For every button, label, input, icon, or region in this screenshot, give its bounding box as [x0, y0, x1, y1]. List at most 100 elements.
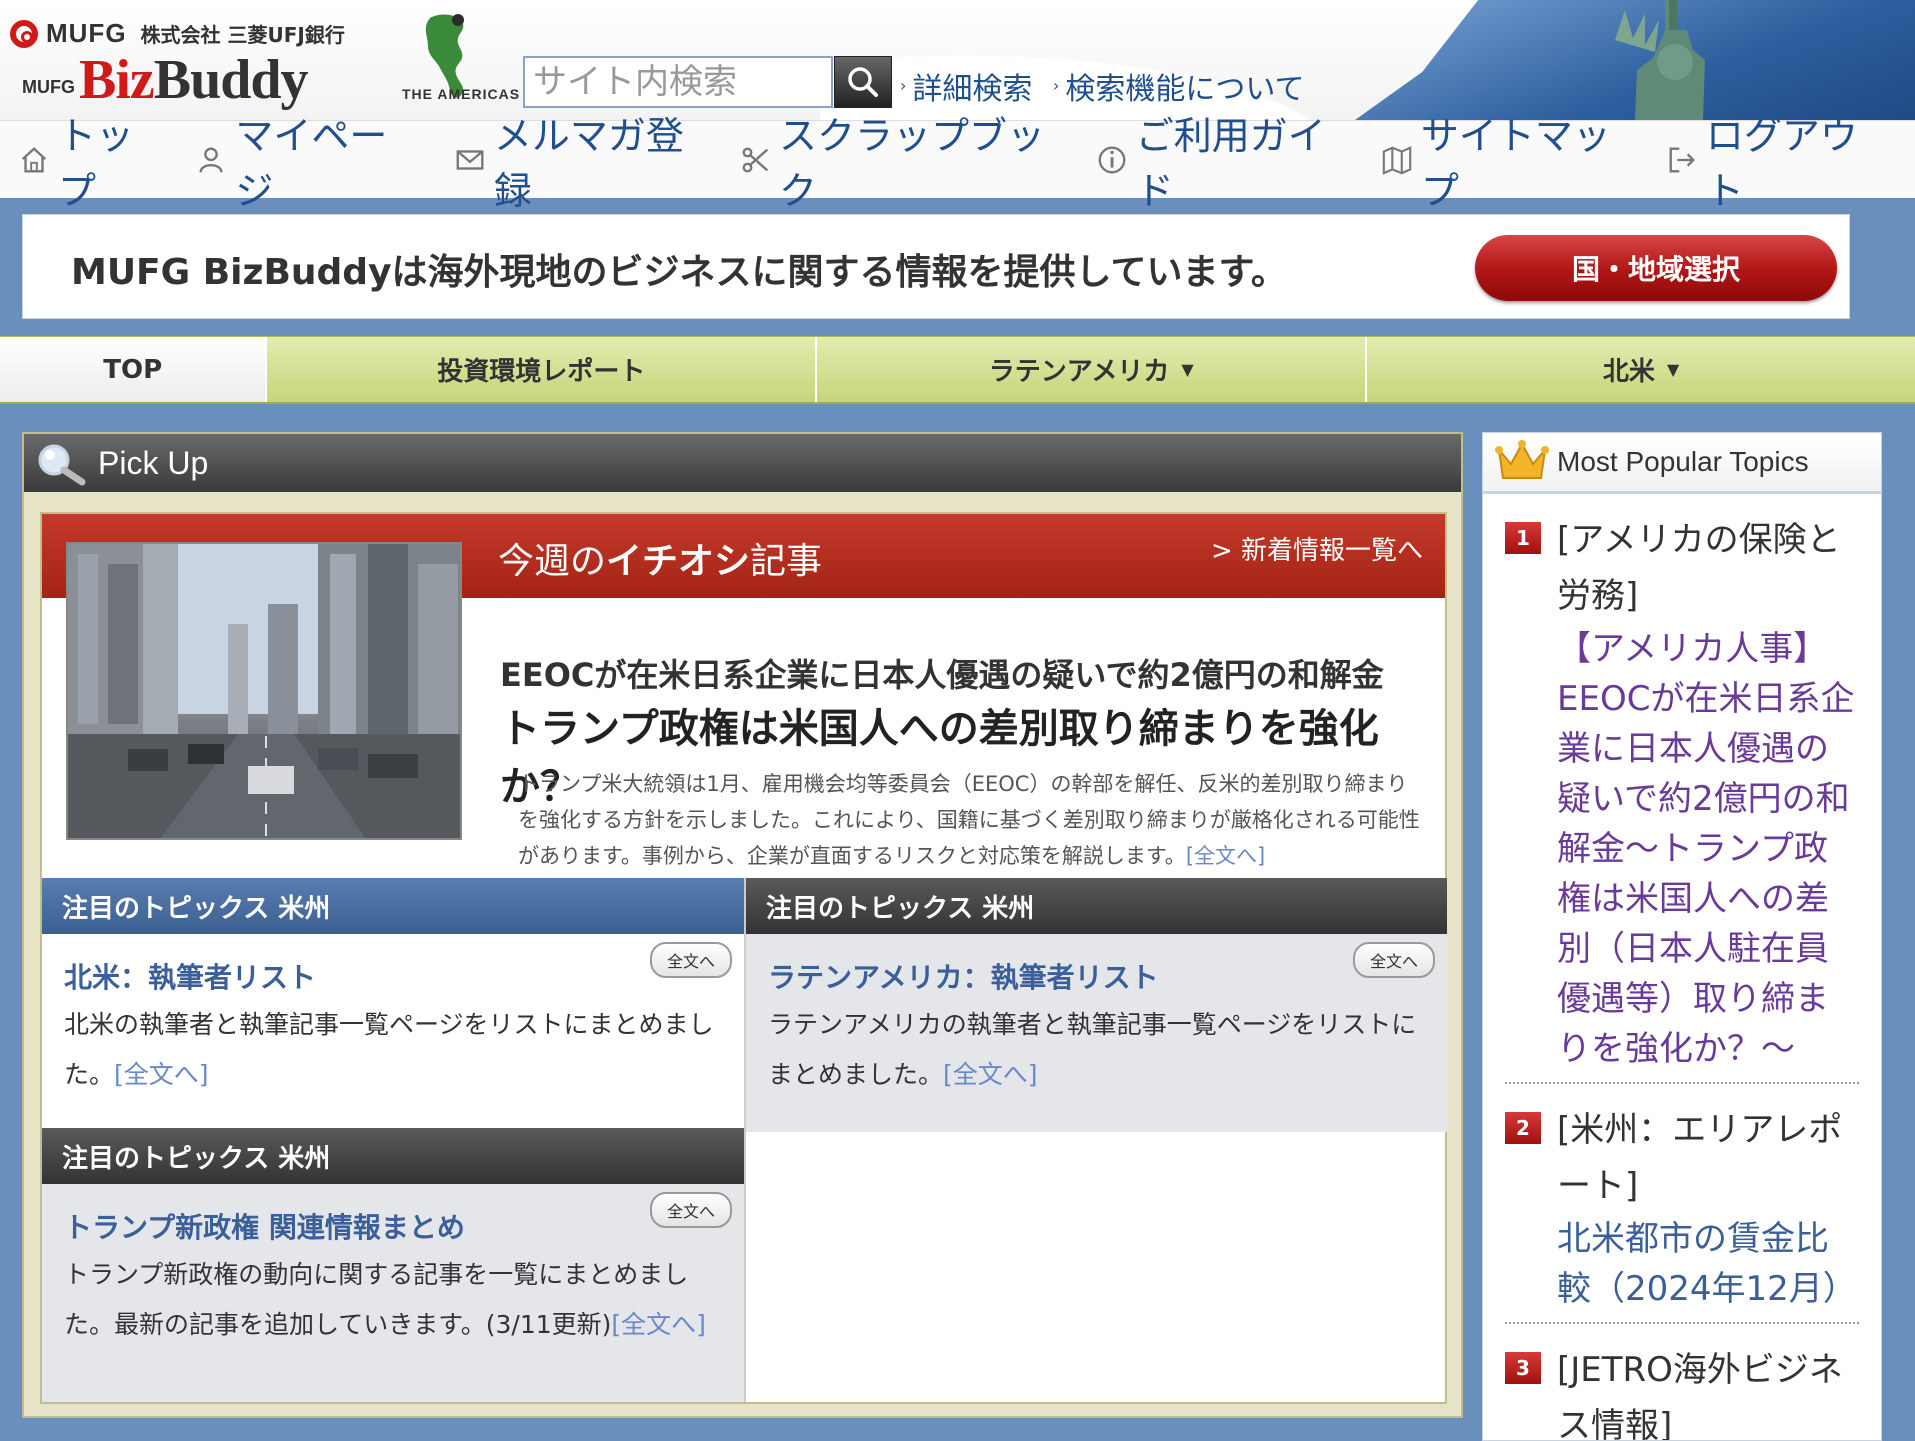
- nav-item-label: サイトマップ: [1420, 113, 1611, 213]
- nav-item-logout[interactable]: ログアウト: [1666, 105, 1885, 215]
- topic-header: 注目のトピックス 米州: [746, 878, 1447, 934]
- product-name: BizBuddy: [79, 49, 309, 111]
- site-search-input[interactable]: [523, 56, 833, 108]
- tab-label: 投資環境レポート: [437, 357, 646, 387]
- most-popular-header: Most Popular Topics: [1483, 433, 1881, 494]
- rank-badge: 3: [1505, 1352, 1541, 1384]
- info-icon: [1098, 146, 1126, 173]
- most-popular-title: Most Popular Topics: [1557, 446, 1809, 477]
- nav-item-label: ご利用ガイド: [1135, 113, 1326, 213]
- user-icon: [199, 147, 223, 173]
- bank-brand: MUFG: [46, 18, 127, 48]
- pickup-section: Pick Up 今週のイチオシ記事 > 新着情報一覧へ EEOCが在米日系企業に…: [22, 432, 1463, 1418]
- topic-read-more-link[interactable]: [全文へ]: [943, 1060, 1038, 1089]
- topic-body: 全文へ 北米：執筆者リスト 北米の執筆者と執筆記事一覧ページをリストにまとめまし…: [42, 934, 744, 1114]
- topic-header: 注目のトピックス 米州: [42, 1128, 744, 1184]
- caret-down-icon: ▼: [1181, 360, 1194, 379]
- feature-label: 今週のイチオシ記事: [498, 532, 822, 584]
- topic-title[interactable]: 北米：執筆者リスト: [64, 956, 722, 996]
- topic-text-body: トランプ新政権の動向に関する記事を一覧にまとめました。最新の記事を追加していきま…: [64, 1260, 689, 1339]
- tab-top[interactable]: TOP: [0, 337, 268, 402]
- rank-badge: 1: [1505, 522, 1541, 554]
- feature-body: トランプ米大統領は1月、雇用機会均等委員会（EEOC）の幹部を解任、反米的差別取…: [518, 766, 1428, 874]
- map-icon: [1382, 145, 1412, 175]
- site-header: MUFG 株式会社 三菱UFJ銀行 MUFG BizBuddy THE AMER…: [0, 0, 1915, 120]
- popular-article-link[interactable]: 北米都市の賃金比較（2024年12月）: [1557, 1214, 1859, 1314]
- topic-read-more-link[interactable]: [全文へ]: [114, 1060, 209, 1089]
- utility-nav: トップ マイページ メルマガ登録 スクラップブック ご利用ガイド サイトマップ …: [0, 114, 1915, 213]
- search-help-label: 検索機能について: [1065, 72, 1305, 107]
- topic-card: 注目のトピックス 米州 全文へ 北米：執筆者リスト 北米の執筆者と執筆記事一覧ペ…: [42, 878, 746, 1132]
- main-tab-bar: TOP 投資環境レポート ラテンアメリカ ▼ 北米 ▼: [0, 336, 1915, 404]
- feature-label-bold: イチオシ: [606, 541, 751, 582]
- nav-item-top[interactable]: トップ: [18, 105, 165, 215]
- logout-icon: [1669, 147, 1695, 172]
- scissors-icon: [742, 146, 768, 173]
- search-icon: [848, 67, 878, 97]
- rank-badge: 2: [1505, 1112, 1541, 1144]
- tab-latin-america[interactable]: ラテンアメリカ ▼: [817, 337, 1368, 402]
- read-more-button[interactable]: 全文へ: [650, 1192, 732, 1228]
- feature-headline-1[interactable]: EEOCが在米日系企業に日本人優遇の疑いで約2億円の和解金: [500, 650, 1384, 696]
- topic-header: 注目のトピックス 米州: [42, 878, 744, 934]
- nav-item-mypage[interactable]: マイページ: [195, 105, 413, 215]
- pickup-content: 今週のイチオシ記事 > 新着情報一覧へ EEOCが在米日系企業に日本人優遇の疑い…: [40, 512, 1447, 1404]
- popular-category: [アメリカの保険と労務]: [1557, 520, 1841, 616]
- nav-item-guide[interactable]: ご利用ガイド: [1096, 105, 1351, 215]
- feature-article-photo[interactable]: [66, 542, 462, 840]
- popular-item: 2 [米州：エリアレポート] 北米都市の賃金比較（2024年12月）: [1505, 1084, 1859, 1324]
- most-popular-panel: Most Popular Topics 1 [アメリカの保険と労務] 【アメリカ…: [1482, 432, 1882, 1441]
- popular-item: 3 [JETRO海外ビジネス情報]: [1505, 1324, 1859, 1441]
- search-button[interactable]: [834, 56, 892, 108]
- advanced-search-link[interactable]: › 詳細検索: [900, 64, 1032, 108]
- mufg-mark-icon: [10, 19, 38, 48]
- feature-label-post: 記事: [750, 541, 823, 582]
- popular-article-link[interactable]: 【アメリカ人事】EEOCが在米日系企業に日本人優遇の疑いで約2億円の和解金〜トラ…: [1557, 624, 1859, 1074]
- city-street-image: [68, 544, 460, 838]
- pickup-header: Pick Up: [24, 434, 1461, 492]
- topic-card: 注目のトピックス 米州 全文へ トランプ新政権 関連情報まとめ トランプ新政権の…: [42, 1128, 746, 1402]
- magnifier-icon: [38, 444, 86, 486]
- popular-category: [米州：エリアレポート]: [1557, 1110, 1843, 1206]
- topic-title[interactable]: トランプ新政権 関連情報まとめ: [64, 1206, 722, 1246]
- nav-item-sitemap[interactable]: サイトマップ: [1381, 105, 1636, 215]
- topic-read-more-link[interactable]: [全文へ]: [611, 1310, 706, 1339]
- crown-icon: [1495, 440, 1549, 479]
- topic-body: 全文へ トランプ新政権 関連情報まとめ トランプ新政権の動向に関する記事を一覧に…: [42, 1184, 744, 1364]
- bank-name: 株式会社 三菱UFJ銀行: [140, 23, 345, 47]
- feature-body-text: トランプ米大統領は1月、雇用機会均等委員会（EEOC）の幹部を解任、反米的差別取…: [518, 772, 1420, 868]
- product-biz: Biz: [79, 49, 155, 111]
- chevron-right-icon: ›: [1053, 76, 1060, 95]
- mail-icon: [456, 149, 484, 170]
- intro-banner: MUFG BizBuddyは海外現地のビジネスに関する情報を提供しています。 国…: [22, 214, 1850, 319]
- search-help-link[interactable]: › 検索機能について: [1053, 64, 1305, 108]
- tab-label: TOP: [103, 354, 163, 385]
- nav-item-newsletter[interactable]: メルマガ登録: [454, 105, 709, 215]
- pickup-title: Pick Up: [98, 444, 209, 481]
- topic-text-body: ラテンアメリカの執筆者と執筆記事一覧ページをリストにまとめました。: [768, 1010, 1417, 1089]
- nav-item-label: トップ: [58, 113, 135, 213]
- tab-north-america[interactable]: 北米 ▼: [1367, 337, 1915, 402]
- new-articles-link[interactable]: > 新着情報一覧へ: [1211, 530, 1423, 567]
- region-select-button[interactable]: 国・地域選択: [1475, 235, 1837, 301]
- tab-investment-report[interactable]: 投資環境レポート: [267, 337, 818, 402]
- statue-of-liberty-image: [1615, 0, 1705, 120]
- banner-text: MUFG BizBuddyは海外現地のビジネスに関する情報を提供しています。: [71, 252, 1287, 293]
- topic-text: ラテンアメリカの執筆者と執筆記事一覧ページをリストにまとめました。[全文へ]: [768, 1000, 1425, 1100]
- read-more-button[interactable]: 全文へ: [650, 942, 732, 978]
- feature-label-pre: 今週の: [498, 541, 607, 582]
- feature-read-more-link[interactable]: [全文へ]: [1186, 844, 1265, 868]
- tab-label: ラテンアメリカ: [988, 357, 1170, 387]
- topic-title[interactable]: ラテンアメリカ：執筆者リスト: [768, 956, 1425, 996]
- region-label: THE AMERICAS: [402, 86, 521, 102]
- topic-card: 注目のトピックス 米州 全文へ ラテンアメリカ：執筆者リスト ラテンアメリカの執…: [746, 878, 1447, 1132]
- mufg-bank-logo[interactable]: MUFG 株式会社 三菱UFJ銀行: [10, 18, 345, 49]
- nav-item-scrapbook[interactable]: スクラップブック: [739, 105, 1066, 215]
- bizbuddy-logo[interactable]: MUFG BizBuddy: [22, 49, 309, 111]
- product-buddy: Buddy: [153, 49, 309, 111]
- read-more-button[interactable]: 全文へ: [1353, 942, 1435, 978]
- popular-item: 1 [アメリカの保険と労務] 【アメリカ人事】EEOCが在米日系企業に日本人優遇…: [1505, 494, 1859, 1084]
- popular-category: [JETRO海外ビジネス情報]: [1557, 1350, 1843, 1441]
- topic-text: 北米の執筆者と執筆記事一覧ページをリストにまとめました。[全文へ]: [64, 1000, 722, 1100]
- advanced-search-label: 詳細検索: [912, 72, 1033, 107]
